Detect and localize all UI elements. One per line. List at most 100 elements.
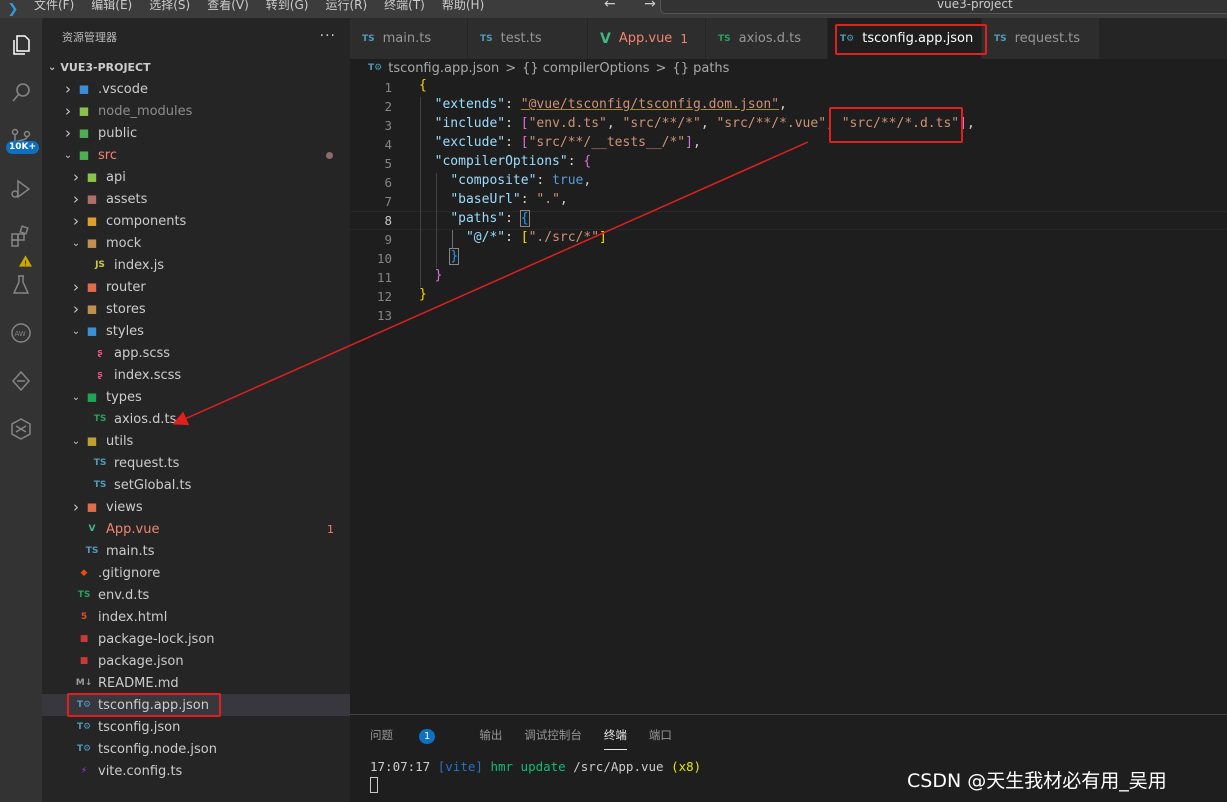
- tree-file[interactable]: TS main.ts: [42, 540, 350, 562]
- tree-file[interactable]: T⚙ tsconfig.node.json: [42, 738, 350, 760]
- tree-file[interactable]: 5 index.html: [42, 606, 350, 628]
- aw-extension-icon[interactable]: AW: [0, 310, 42, 356]
- tree-file[interactable]: T⚙ tsconfig.json: [42, 716, 350, 738]
- code-line: "composite": true,: [450, 173, 592, 188]
- tree-item-label: index.scss: [114, 367, 182, 383]
- tree-folder[interactable]: › ◼ .vscode: [42, 78, 350, 100]
- command-center[interactable]: vue3-project: [660, 0, 1227, 14]
- tree-file[interactable]: ■ package.json: [42, 650, 350, 672]
- breadcrumb-item[interactable]: {} paths: [672, 61, 729, 76]
- search-icon[interactable]: [0, 70, 42, 116]
- tree-item-label: stores: [106, 301, 146, 317]
- menu-item[interactable]: 查看(V): [207, 0, 249, 12]
- explorer-icon[interactable]: [0, 22, 42, 68]
- tree-file[interactable]: ʂ index.scss: [42, 364, 350, 386]
- tree-file[interactable]: JS index.js: [42, 254, 350, 276]
- tree-file[interactable]: ʂ app.scss: [42, 342, 350, 364]
- indent-guide: [436, 173, 437, 268]
- source-control-icon[interactable]: [0, 116, 42, 162]
- terminal-cursor: [370, 777, 378, 793]
- editor-tab[interactable]: TS request.ts: [982, 18, 1100, 59]
- editor-tab[interactable]: TS test.ts: [468, 18, 588, 59]
- remote-icon[interactable]: [0, 358, 42, 404]
- editor-tab[interactable]: TS main.ts: [350, 18, 468, 59]
- tree-item-label: tsconfig.json: [98, 719, 181, 735]
- breadcrumb-item[interactable]: {} compilerOptions: [522, 61, 649, 76]
- utils-folder-icon: ◼: [86, 433, 98, 449]
- tree-folder[interactable]: › ◼ api: [42, 166, 350, 188]
- vscode-folder-icon: ◼: [78, 81, 90, 97]
- highlight-box-file: [67, 693, 221, 717]
- tree-file[interactable]: V App.vue 1: [42, 518, 350, 540]
- line-number-row: 1: [350, 78, 1227, 97]
- menu-item[interactable]: 终端(T): [384, 0, 425, 12]
- menu-item[interactable]: 运行(R): [325, 0, 367, 12]
- tree-folder[interactable]: › ◼ views: [42, 496, 350, 518]
- extensions-icon[interactable]: [0, 214, 42, 260]
- tree-file[interactable]: TS request.ts: [42, 452, 350, 474]
- tab-ports[interactable]: 端口: [649, 727, 672, 743]
- menu-item[interactable]: 选择(S): [149, 0, 190, 12]
- chevron-right-icon: ›: [73, 300, 79, 318]
- tree-folder[interactable]: ⌄ ◼ styles: [42, 320, 350, 342]
- tree-item-label: src: [98, 147, 117, 163]
- tree-file[interactable]: M↓ README.md: [42, 672, 350, 694]
- tree-item-label: mock: [106, 235, 142, 251]
- tree-file[interactable]: ◆ .gitignore: [42, 562, 350, 584]
- project-section[interactable]: ⌄ VUE3-PROJECT: [42, 56, 350, 78]
- menu-item[interactable]: 转到(G): [266, 0, 309, 12]
- nav-arrows[interactable]: ← →: [604, 0, 668, 12]
- tab-label: request.ts: [1014, 31, 1081, 46]
- menu-item[interactable]: 编辑(E): [91, 0, 132, 12]
- tree-folder[interactable]: › ◼ node_modules: [42, 100, 350, 122]
- plugin-icon[interactable]: [0, 406, 42, 452]
- code-line: }: [419, 287, 427, 302]
- line-number-row: 10: [350, 249, 1227, 268]
- editor-tabs: TS main.ts TS test.ts V App.vue 1 TS axios.d.ts T…: [350, 18, 1227, 59]
- terminal-output[interactable]: 17:07:17 [vite] hmr update /src/App.vue …: [370, 759, 701, 774]
- breadcrumb-file[interactable]: tsconfig.app.json: [388, 61, 499, 76]
- vite-icon: ⚡: [80, 766, 88, 776]
- menu-item[interactable]: 文件(F): [34, 0, 74, 12]
- tree-folder[interactable]: › ◼ components: [42, 210, 350, 232]
- window-title: vue3-project: [937, 0, 1013, 11]
- ts-icon: TS: [93, 458, 107, 468]
- modified-dot-icon: [326, 152, 333, 159]
- editor-tab[interactable]: TS axios.d.ts: [706, 18, 828, 59]
- code-line: "baseUrl": ".",: [450, 192, 568, 207]
- tab-debug-console[interactable]: 调试控制台: [524, 727, 582, 743]
- file-type-icon: TS: [718, 33, 731, 44]
- tree-folder[interactable]: ⌄ ◼ src: [42, 144, 350, 166]
- tree-folder[interactable]: › ◼ router: [42, 276, 350, 298]
- tree-file[interactable]: ⚡ vite.config.ts: [42, 760, 350, 782]
- tree-folder[interactable]: › ◼ public: [42, 122, 350, 144]
- tree-file[interactable]: ■ package-lock.json: [42, 628, 350, 650]
- tab-output[interactable]: 输出: [479, 727, 502, 743]
- tree-folder[interactable]: › ◼ stores: [42, 298, 350, 320]
- line-number: 11: [376, 270, 392, 285]
- tree-folder[interactable]: › ◼ assets: [42, 188, 350, 210]
- tab-terminal[interactable]: 终端: [603, 727, 627, 750]
- tab-problems[interactable]: 问题 1: [370, 727, 457, 744]
- code-line: "@/*": ["./src/*"]: [465, 230, 607, 245]
- tree-item-label: types: [106, 389, 142, 405]
- code-line: }: [449, 248, 460, 265]
- chevron-right-icon: ›: [73, 168, 79, 186]
- editor-tab[interactable]: V App.vue 1: [588, 18, 706, 59]
- tree-folder[interactable]: ⌄ ◼ types: [42, 386, 350, 408]
- tree-file[interactable]: TS axios.d.ts: [42, 408, 350, 430]
- code-line: }: [434, 268, 443, 283]
- tree-file[interactable]: TS setGlobal.ts: [42, 474, 350, 496]
- tree-item-label: .vscode: [98, 81, 148, 97]
- more-actions-icon[interactable]: ···: [320, 28, 336, 44]
- dts-icon: TS: [93, 414, 107, 424]
- tree-folder[interactable]: ⌄ ◼ mock: [42, 232, 350, 254]
- tree-file[interactable]: TS env.d.ts: [42, 584, 350, 606]
- testing-icon[interactable]: [0, 262, 42, 308]
- tree-folder[interactable]: ⌄ ◼ utils: [42, 430, 350, 452]
- code-editor[interactable]: 1 2 3 4 5 6 7 8 9 10 11 12 13 { "extends": "@vue/tsc…: [350, 78, 1227, 714]
- run-debug-icon[interactable]: [0, 166, 42, 212]
- menu-item[interactable]: 帮助(H): [442, 0, 484, 12]
- file-type-icon: TS: [362, 33, 375, 44]
- title-bar: ❯ 文件(F) 编辑(E) 选择(S) 查看(V) 转到(G) 运行(R) 终端(T) 帮助(…: [0, 0, 1227, 18]
